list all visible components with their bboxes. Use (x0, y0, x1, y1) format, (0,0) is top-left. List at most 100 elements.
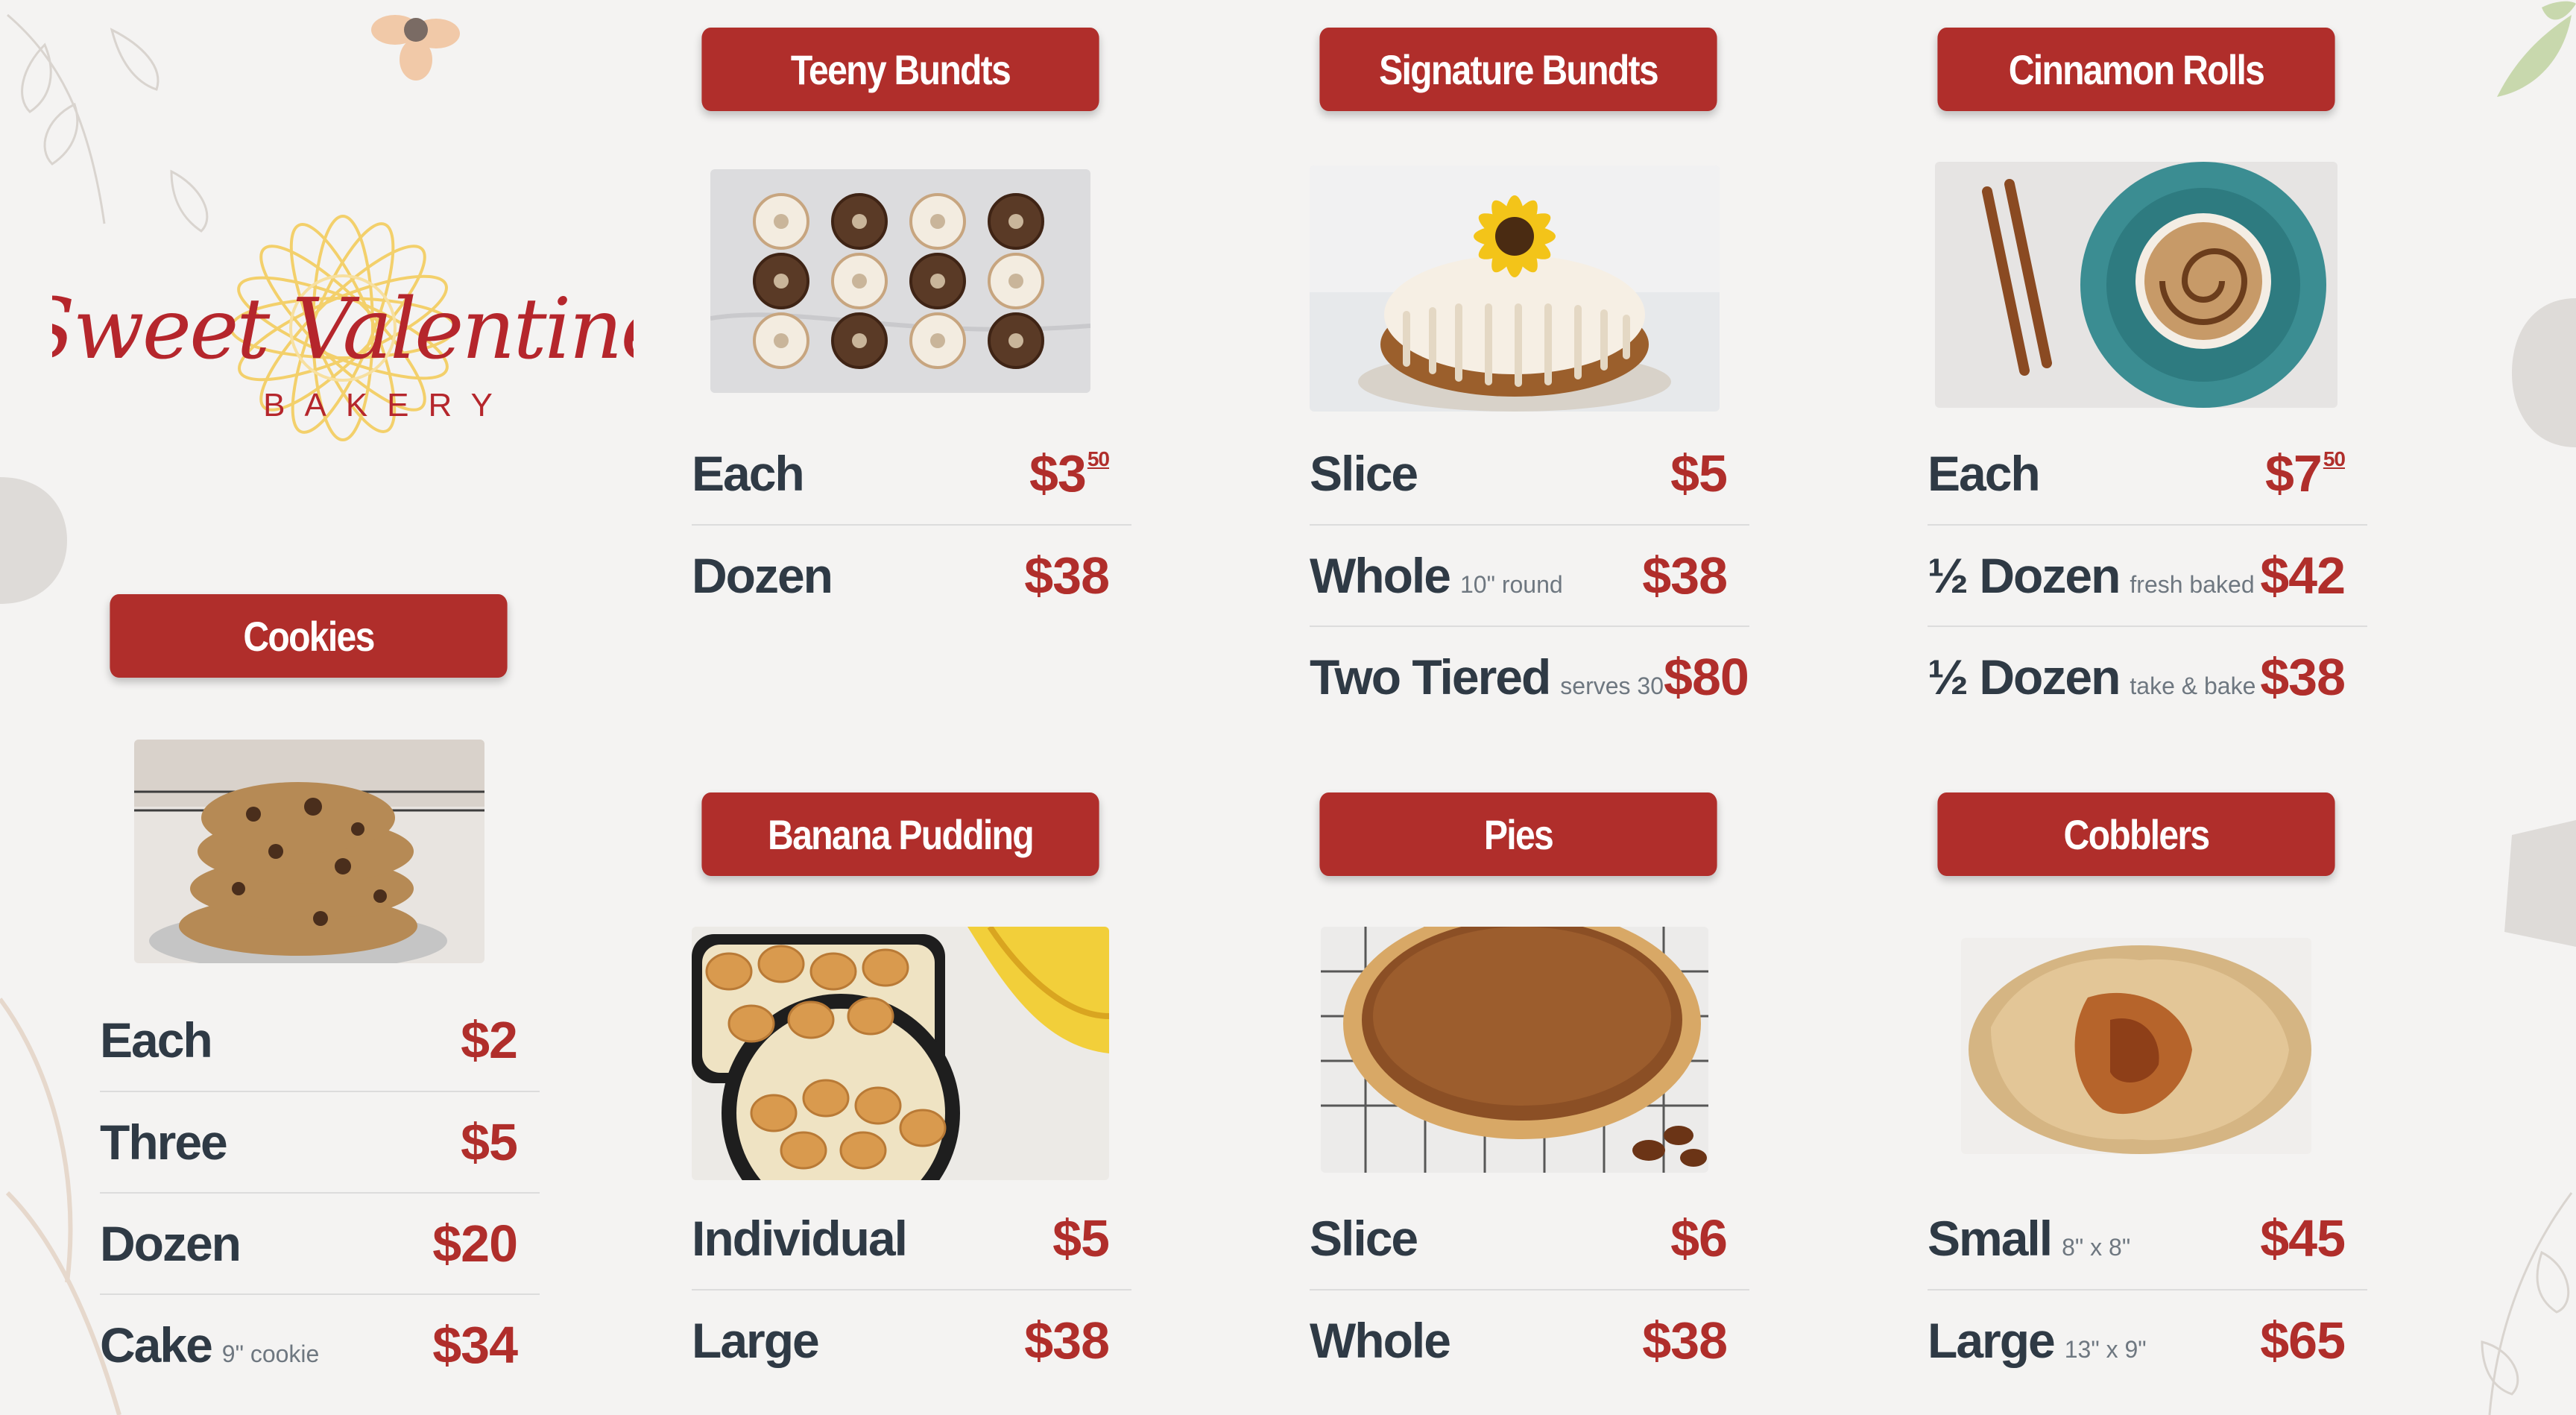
item-price: $6 (1670, 1208, 1749, 1268)
price-list-cobblers: Small 8" x 8" $45 Large 13" x 9" $65 (1928, 1188, 2367, 1390)
flower-decoration-icon (371, 15, 460, 81)
bundt-center (1008, 214, 1023, 229)
item-name: ½ Dozen (1928, 649, 2121, 705)
vanilla-wafer (809, 952, 857, 991)
logo-bakery-text: BAKERY (263, 387, 512, 423)
pecan-pie-photo (1321, 927, 1708, 1173)
item-price: $80 (1664, 647, 1771, 707)
menu-row: Slice $6 (1310, 1188, 1749, 1289)
item-name: Individual (692, 1211, 908, 1266)
section-title-banana-pudding: Banana Pudding (701, 792, 1099, 876)
price-dollars: $3 (1029, 444, 1087, 502)
item-price: $38 (1642, 546, 1749, 605)
item-note: 13" x 9" (2064, 1336, 2147, 1363)
item-label: Slice (1310, 1210, 1418, 1267)
menu-row: ½ Dozen take & bake $38 (1928, 625, 2367, 727)
menu-row: Whole $38 (1310, 1289, 1749, 1390)
vanilla-wafer (750, 1094, 798, 1132)
menu-row: Each $750 (1928, 423, 2367, 524)
item-price: $20 (432, 1214, 540, 1273)
price-dollars: $38 (1024, 546, 1110, 605)
bakery-logo: Sweet Valentine BAKERY (18, 179, 670, 507)
price-dollars: $34 (432, 1316, 518, 1374)
item-name: ½ Dozen (1928, 548, 2121, 603)
section-title-cookies: Cookies (110, 594, 508, 678)
item-label: Dozen (692, 547, 833, 604)
item-name: Two Tiered (1310, 649, 1551, 705)
item-name: Each (100, 1012, 213, 1068)
item-note: 10" round (1459, 571, 1563, 598)
item-label: Slice (1310, 445, 1418, 502)
cobbler-photo (1961, 938, 2311, 1154)
menu-row: ½ Dozen fresh baked $42 (1928, 524, 2367, 625)
price-list-teeny-bundts: Each $350 Dozen $38 (692, 423, 1131, 625)
price-dollars: $7 (2264, 444, 2323, 502)
item-label: Individual (692, 1210, 908, 1267)
vanilla-wafer (727, 1004, 775, 1043)
price-list-banana-pudding: Individual $5 Large $38 (692, 1188, 1131, 1390)
item-label: Each (100, 1012, 213, 1068)
price-dollars: $5 (1052, 1209, 1110, 1267)
item-price: $45 (2260, 1208, 2367, 1268)
bundt-center (930, 333, 945, 348)
menu-row: Each $2 (100, 989, 540, 1091)
bundt-center (852, 214, 867, 229)
section-cookies: Cookies Each $2 Three $5 Dozen $20 Cake 9" cook… (78, 594, 540, 1384)
item-note: take & bake (2130, 672, 2256, 699)
section-cinnamon-rolls: Cinnamon Rolls Each $750 ½ Dozen fresh bake… (1905, 28, 2367, 706)
sunflower-logo-icon: Sweet Valentine BAKERY (18, 215, 670, 441)
price-dollars: $2 (461, 1011, 518, 1069)
price-dollars: $38 (2260, 648, 2346, 706)
bundt-center (852, 274, 867, 289)
price-cents: 50 (2323, 447, 2346, 470)
item-label: Whole 10" round (1310, 547, 1563, 604)
item-name: Dozen (100, 1216, 242, 1271)
bundt-center (774, 333, 789, 348)
item-label: Dozen (100, 1215, 242, 1272)
item-name: Slice (1310, 446, 1418, 501)
menu-row: Dozen $38 (692, 524, 1131, 625)
item-name: Dozen (692, 548, 833, 603)
item-price: $65 (2260, 1311, 2367, 1370)
price-dollars: $6 (1670, 1209, 1728, 1267)
vanilla-wafer (780, 1131, 827, 1170)
item-name: Large (692, 1313, 820, 1368)
price-dollars: $38 (1024, 1311, 1110, 1370)
item-price: $38 (1642, 1311, 1749, 1370)
price-dollars: $38 (1642, 546, 1728, 605)
banana-pudding-photo (692, 927, 1109, 1180)
menu-row: Individual $5 (692, 1188, 1131, 1289)
menu-row: Small 8" x 8" $45 (1928, 1188, 2367, 1289)
bundt-center (774, 214, 789, 229)
item-label: Large 13" x 9" (1928, 1312, 2147, 1369)
section-title-pies: Pies (1319, 792, 1717, 876)
circle-decoration-icon (2512, 298, 2576, 447)
section-title-cinnamon-rolls: Cinnamon Rolls (1937, 28, 2335, 111)
item-name: Whole (1310, 1313, 1451, 1368)
section-teeny-bundts: Teeny Bundts Each $350 Dozen $38 (669, 28, 1131, 605)
price-list-signature-bundts: Slice $5 Whole 10" round $38 Two Tiered serves… (1310, 423, 1749, 727)
menu-row: Two Tiered serves 30 $80 (1310, 625, 1749, 727)
circle-decoration-icon (2504, 820, 2576, 947)
section-signature-bundts: Signature Bundts Slice $5 Whole 10" round $3… (1287, 28, 1749, 706)
vanilla-wafer (705, 952, 753, 991)
item-name: Three (100, 1115, 228, 1170)
menu-row: Three $5 (100, 1091, 540, 1192)
section-cobblers: Cobblers Small 8" x 8" $45 Large 13" x 9" $65 (1905, 792, 2367, 1389)
bundt-center (930, 274, 945, 289)
item-price: $750 (2265, 444, 2367, 503)
item-label: Cake 9" cookie (100, 1317, 319, 1373)
item-label: ½ Dozen take & bake (1928, 649, 2255, 705)
item-label: Large (692, 1312, 820, 1369)
item-price: $34 (432, 1315, 540, 1375)
menu-row: Whole 10" round $38 (1310, 524, 1749, 625)
section-title-cobblers: Cobblers (1937, 792, 2335, 876)
section-banana-pudding: Banana Pudding Individual $5 Large $38 (669, 792, 1131, 1389)
item-label: Whole (1310, 1312, 1451, 1369)
bundt-center (852, 333, 867, 348)
bundt-center (1008, 333, 1023, 348)
leaf-decoration-icon (2481, 1192, 2573, 1415)
price-dollars: $45 (2260, 1209, 2346, 1267)
vanilla-wafer (787, 1000, 835, 1039)
item-label: Three (100, 1114, 228, 1170)
